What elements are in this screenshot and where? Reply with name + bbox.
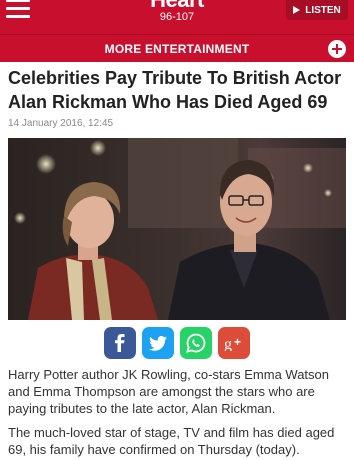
article-headline: Celebrities Pay Tribute To British Actor… [8,68,342,112]
article-photo [8,138,346,320]
article-date: 14 January 2016, 12:45 [8,118,114,129]
more-entertainment-bar[interactable]: MORE ENTERTAINMENT [0,34,354,62]
svg-text:g: g [224,336,232,351]
svg-text:+: + [234,335,241,349]
site-header: Heart 96-107 LISTEN [0,0,354,34]
google-plus-icon: g + [224,335,241,351]
whatsapp-share-button[interactable] [180,327,212,359]
plus-circle-icon[interactable] [328,40,346,58]
twitter-share-button[interactable] [142,327,174,359]
more-entertainment-label: MORE ENTERTAINMENT [104,41,250,56]
article-paragraph: The much-loved star of stage, TV and fil… [8,425,335,457]
listen-label: LISTEN [305,4,341,16]
whatsapp-icon [186,333,206,353]
site-logo[interactable]: Heart 96-107 [138,0,216,23]
google-plus-share-button[interactable]: g + [218,327,250,359]
article-paragraph: Harry Potter author JK Rowling, co-stars… [8,367,330,416]
logo-name: Heart [138,0,216,11]
facebook-icon [115,334,125,352]
share-buttons: g + [0,327,354,359]
listen-button[interactable]: LISTEN [286,0,348,20]
twitter-icon [149,335,167,351]
play-icon [293,6,301,14]
menu-icon[interactable] [6,0,32,22]
photo-illustration [8,138,346,320]
facebook-share-button[interactable] [104,327,136,359]
logo-frequency: 96-107 [159,11,195,23]
